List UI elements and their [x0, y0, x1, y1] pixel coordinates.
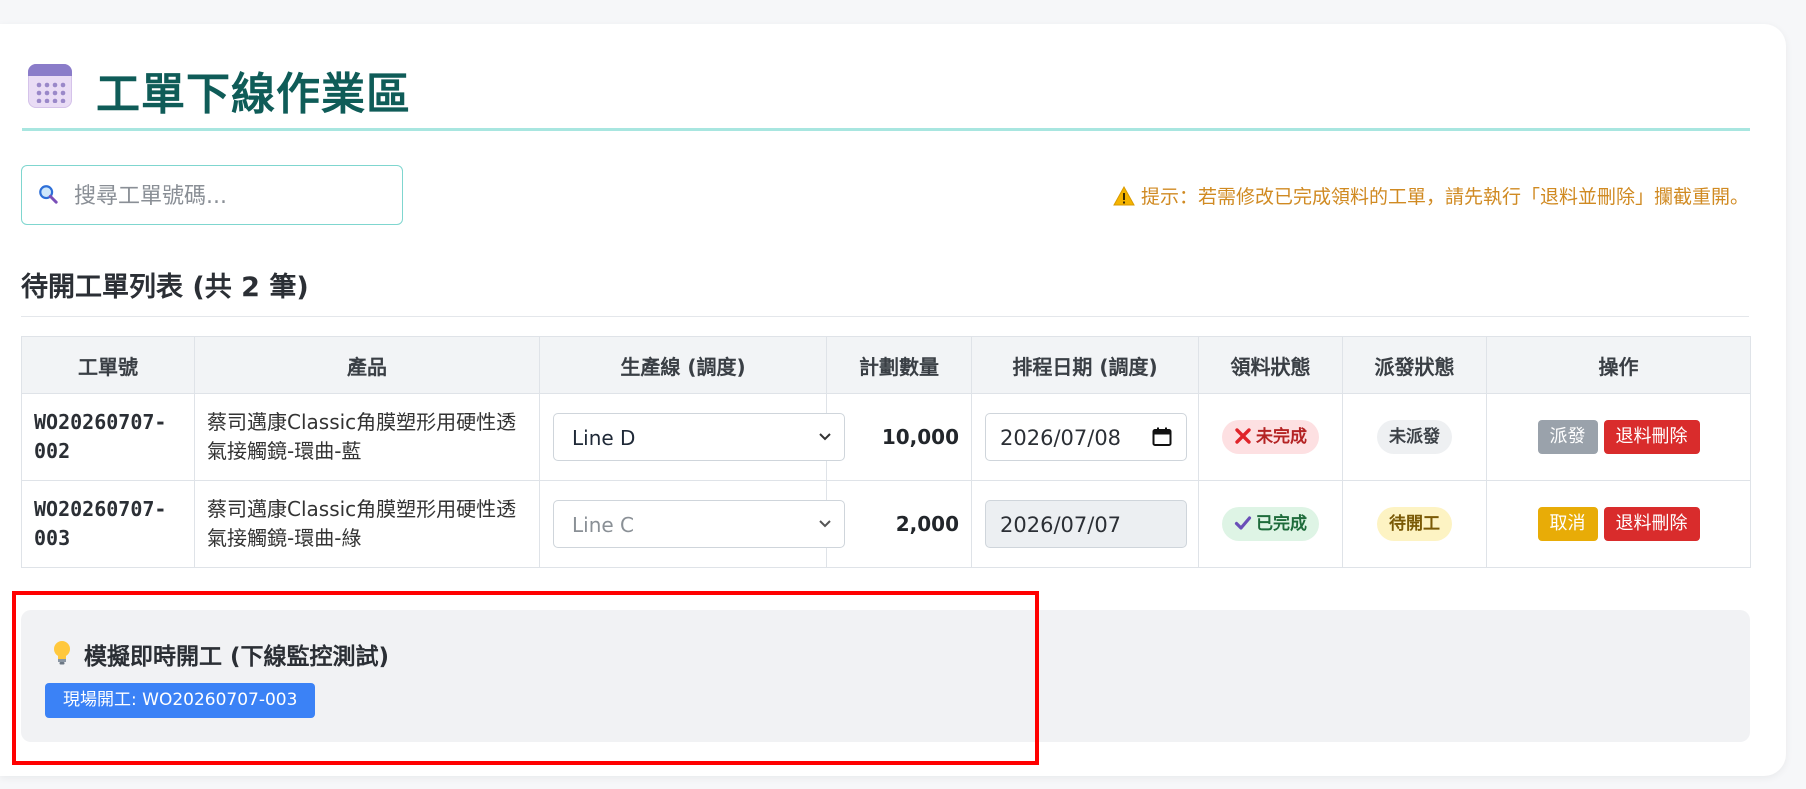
chevron-down-icon [819, 520, 831, 528]
column-header: 工單號 [21, 336, 195, 394]
search-icon [39, 185, 58, 204]
column-header: 產品 [194, 336, 540, 394]
calendar-picker-icon[interactable] [1152, 427, 1172, 447]
dispatch-status-badge: 待開工 [1377, 507, 1452, 541]
select-value: Line D [572, 426, 636, 450]
work-order-number: WO20260707- 003 [21, 480, 195, 568]
return-delete-button[interactable]: 退料刪除 [1603, 420, 1700, 454]
table-row: WO20260707- 002 蔡司邁康Classic角膜塑形用硬性透 氣接觸鏡… [21, 393, 1751, 481]
table-row: WO20260707- 003 蔡司邁康Classic角膜塑形用硬性透 氣接觸鏡… [21, 480, 1751, 568]
hint-message: 提示：若需修改已完成領料的工單，請先執行「退料並刪除」攔截重開。 [1113, 182, 1749, 209]
work-order-number: WO20260707- 002 [21, 393, 195, 481]
material-status-badge: 已完成 [1222, 507, 1319, 541]
production-line-select[interactable]: Line C [553, 500, 845, 548]
product-name: 蔡司邁康Classic角膜塑形用硬性透 氣接觸鏡-環曲-綠 [194, 480, 540, 568]
divider [21, 316, 1749, 317]
warning-icon [1113, 186, 1135, 206]
column-header: 生產線 (調度) [539, 336, 827, 394]
production-line-select[interactable]: Line D [553, 413, 845, 461]
calendar-icon [28, 64, 72, 108]
schedule-date-input[interactable]: 2026/07/08 [985, 413, 1187, 461]
planned-quantity: 2,000 [826, 480, 972, 568]
work-order-table: 工單號 產品 生產線 (調度) 計劃數量 排程日期 (調度) 領料狀態 派發狀態… [21, 336, 1751, 568]
schedule-date-input[interactable]: 2026/07/07 [985, 500, 1187, 548]
column-header: 計劃數量 [826, 336, 972, 394]
column-header: 排程日期 (調度) [971, 336, 1199, 394]
planned-quantity: 10,000 [826, 393, 972, 481]
chevron-down-icon [819, 433, 831, 441]
page-title: 工單下線作業區 [96, 69, 411, 120]
x-icon [1235, 428, 1251, 444]
column-header: 派發狀態 [1342, 336, 1487, 394]
search-input[interactable] [72, 176, 396, 216]
highlight-box [12, 591, 1039, 765]
select-value: Line C [572, 513, 635, 537]
list-title: 待開工單列表 (共 2 筆) [21, 272, 309, 303]
dispatch-status-badge: 未派發 [1377, 420, 1452, 454]
page-header: 工單下線作業區 [22, 40, 1750, 131]
hint-text: 提示：若需修改已完成領料的工單，請先執行「退料並刪除」攔截重開。 [1140, 186, 1749, 208]
table-header-row: 工單號 產品 生產線 (調度) 計劃數量 排程日期 (調度) 領料狀態 派發狀態… [21, 336, 1751, 394]
column-header: 操作 [1486, 336, 1751, 394]
dispatch-button[interactable]: 派發 [1537, 420, 1598, 454]
column-header: 領料狀態 [1198, 336, 1343, 394]
search-box[interactable] [21, 165, 403, 225]
product-name: 蔡司邁康Classic角膜塑形用硬性透 氣接觸鏡-環曲-藍 [194, 393, 540, 481]
cancel-button[interactable]: 取消 [1537, 507, 1598, 541]
check-icon [1234, 516, 1252, 530]
return-delete-button[interactable]: 退料刪除 [1603, 507, 1700, 541]
material-status-badge: 未完成 [1222, 420, 1319, 454]
